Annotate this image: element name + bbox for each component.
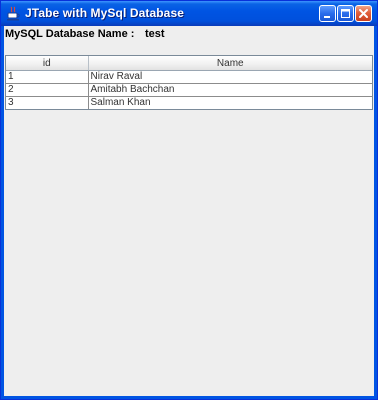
close-button[interactable] (355, 5, 372, 22)
cell-id[interactable]: 1 (6, 70, 89, 84)
table-row[interactable]: 2 Amitabh Bachchan (6, 83, 372, 97)
cell-id[interactable]: 2 (6, 83, 89, 97)
close-icon (359, 9, 368, 18)
table-header-row: id Name (6, 56, 372, 71)
maximize-button[interactable] (337, 5, 354, 22)
title-bar[interactable]: JTabe with MySql Database (1, 1, 377, 26)
minimize-icon (324, 16, 330, 18)
column-header-name[interactable]: Name (88, 56, 372, 71)
table-scroll-pane[interactable]: id Name 1 Nirav Raval 2 Amitabh Bachchan… (5, 55, 373, 110)
minimize-button[interactable] (319, 5, 336, 22)
content-pane: MySQL Database Name : test id Name 1 Nir… (4, 26, 374, 396)
window-title: JTabe with MySql Database (25, 6, 184, 20)
cell-name[interactable]: Amitabh Bachchan (88, 83, 372, 97)
maximize-icon (341, 9, 350, 18)
cell-id[interactable]: 3 (6, 96, 89, 109)
table-row[interactable]: 3 Salman Khan (6, 96, 372, 110)
cell-name[interactable]: Nirav Raval (88, 70, 372, 84)
records-table[interactable]: id Name 1 Nirav Raval 2 Amitabh Bachchan… (6, 56, 372, 109)
column-header-id[interactable]: id (6, 56, 89, 71)
java-cup-icon[interactable] (7, 6, 20, 21)
database-name-value: test (145, 28, 165, 40)
table-row[interactable]: 1 Nirav Raval (6, 70, 372, 84)
app-window: JTabe with MySql Database MySQL Database… (0, 0, 378, 400)
database-name-label: MySQL Database Name : (5, 28, 135, 40)
cell-name[interactable]: Salman Khan (88, 97, 372, 110)
